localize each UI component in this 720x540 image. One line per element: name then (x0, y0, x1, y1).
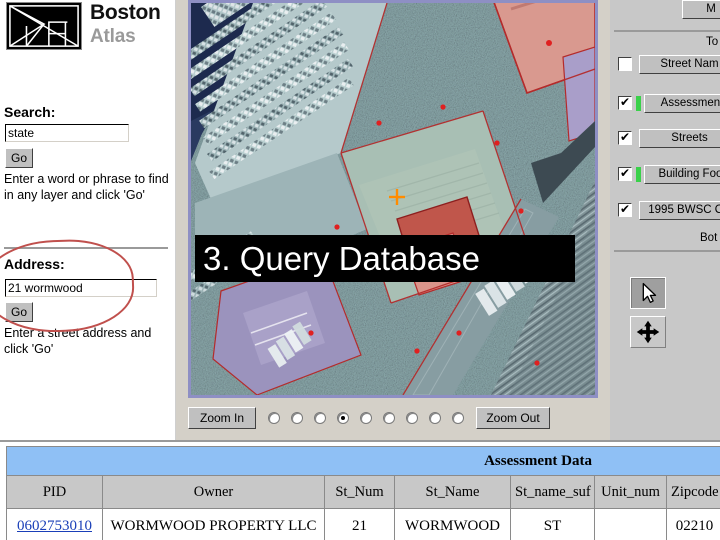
layers-divider-top (614, 30, 720, 32)
layer-checkbox-streets[interactable] (618, 130, 632, 145)
zoom-level-radio-3[interactable] (314, 412, 326, 424)
layers-divider-bottom (614, 250, 720, 252)
column-header-st-num: St_Num (324, 475, 395, 509)
zoom-in-button[interactable]: Zoom In (188, 407, 256, 429)
layer-checkbox-street-names[interactable] (618, 57, 632, 71)
column-header-zipcode: Zipcode (666, 475, 720, 509)
map-layer-button[interactable]: M (682, 0, 720, 19)
four-way-arrow-icon (636, 320, 660, 344)
layer-button-streets[interactable]: Streets (639, 129, 720, 148)
aerial-orthophoto (191, 3, 595, 395)
arrow-cursor-icon (642, 282, 657, 304)
table-header-row: PID Owner St_Num St_Name St_name_suf Uni… (6, 475, 720, 509)
layer-button-building-footprints[interactable]: Building Foot (644, 165, 720, 184)
zoom-level-radio-5[interactable] (360, 412, 372, 424)
left-sidebar: Boston Atlas Search: Go Enter a word or … (0, 0, 176, 440)
layers-bottom-label: Bot (700, 232, 718, 244)
layer-button-1995-bwsc-ortho[interactable]: 1995 BWSC Ort (639, 201, 720, 220)
address-label: Address: (4, 256, 65, 272)
search-hint: Enter a word or phrase to find in any la… (4, 172, 169, 202)
map-step-overlay-label: 3. Query Database (195, 235, 575, 282)
cell-st-name-suf: ST (510, 508, 595, 540)
cell-zipcode: 02210 (666, 508, 720, 540)
boston-atlas-window: Boston Atlas Search: Go Enter a word or … (0, 0, 720, 540)
brand-name: Boston (90, 1, 161, 24)
table-title: Assessment Data (6, 446, 720, 476)
brand-subtitle: Atlas (90, 26, 136, 47)
layers-sidebar: M To Street Nam Assessment Streets Build… (610, 0, 720, 440)
layers-top-label: To (706, 36, 719, 48)
pan-tool[interactable] (630, 316, 666, 348)
assessment-data-table: Assessment Data PID Owner St_Num St_Name… (6, 446, 720, 540)
cell-pid[interactable]: 0602753010 (6, 508, 103, 540)
zoom-out-button[interactable]: Zoom Out (476, 407, 550, 429)
zoom-level-radio-9[interactable] (452, 412, 464, 424)
layer-swatch-building-footprints (636, 167, 641, 182)
cell-st-num: 21 (324, 508, 395, 540)
zoom-level-radio-1[interactable] (268, 412, 280, 424)
table-title-row: Assessment Data (6, 446, 720, 476)
cell-unit-num (594, 508, 667, 540)
column-header-st-name-suf: St_name_suf (510, 475, 595, 509)
layer-checkbox-1995-bwsc-ortho[interactable] (618, 202, 632, 217)
layer-button-assessment[interactable]: Assessment (644, 94, 720, 113)
zoom-level-radio-4[interactable] (337, 412, 349, 424)
layer-checkbox-building-footprints[interactable] (618, 166, 632, 181)
zoom-level-radio-2[interactable] (291, 412, 303, 424)
address-hint: Enter a street address and click 'Go' (4, 326, 152, 356)
layer-button-street-names[interactable]: Street Nam (639, 55, 720, 74)
search-label: Search: (4, 104, 56, 120)
pid-link[interactable]: 0602753010 (17, 518, 92, 534)
search-go-button[interactable]: Go (5, 148, 33, 168)
search-input[interactable] (5, 124, 129, 142)
table-row: 0602753010 WORMWOOD PROPERTY LLC 21 WORM… (6, 508, 720, 540)
brand-header: Boston Atlas (6, 1, 170, 52)
cell-st-name: WORMWOOD (394, 508, 511, 540)
layer-checkbox-assessment[interactable] (618, 95, 632, 110)
sidebar-divider (4, 247, 168, 249)
zoom-level-radio-7[interactable] (406, 412, 418, 424)
address-input[interactable] (5, 279, 157, 297)
layer-swatch-assessment (636, 96, 641, 111)
zoom-level-radio-group[interactable] (268, 412, 464, 424)
column-header-owner: Owner (102, 475, 325, 509)
zoom-control-bar: Zoom In Zoom Out (188, 404, 598, 432)
zoom-level-radio-8[interactable] (429, 412, 441, 424)
column-header-pid: PID (6, 475, 103, 509)
map-area: 3. Query Database Zoom In Zoom Out (176, 0, 610, 440)
column-header-st-name: St_Name (394, 475, 511, 509)
column-header-unit-num: Unit_num (594, 475, 667, 509)
cell-owner: WORMWOOD PROPERTY LLC (102, 508, 325, 540)
zoom-level-radio-6[interactable] (383, 412, 395, 424)
map-viewport[interactable]: 3. Query Database (188, 0, 598, 398)
select-arrow-tool[interactable] (630, 277, 666, 309)
address-go-button[interactable]: Go (5, 302, 33, 322)
assessment-results-panel: Assessment Data PID Owner St_Num St_Name… (0, 440, 720, 540)
tangram-logo-icon (6, 2, 82, 50)
